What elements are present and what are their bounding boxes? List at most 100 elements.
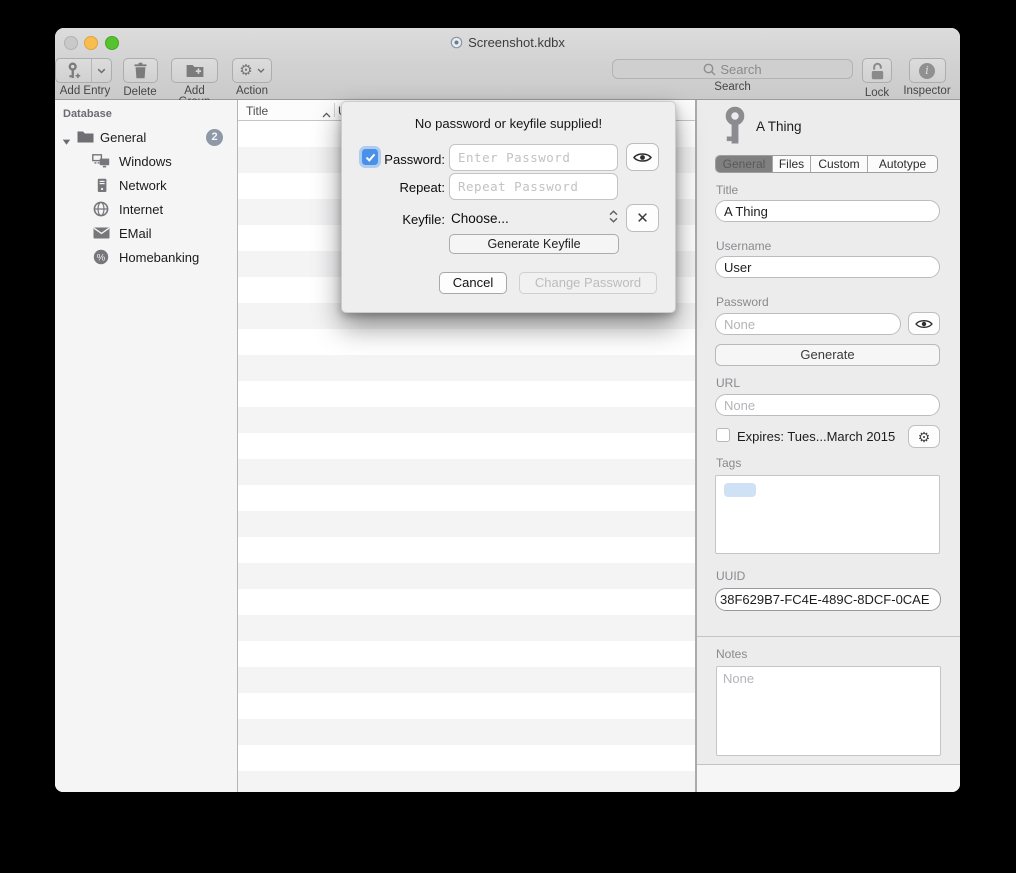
sidebar-item-label: Windows — [119, 154, 172, 169]
entry-count-badge: 2 — [206, 129, 223, 146]
tags-label: Tags — [716, 456, 741, 470]
column-title[interactable]: Title — [246, 104, 268, 118]
enter-password-input[interactable] — [449, 144, 618, 171]
disclosure-triangle-icon[interactable] — [62, 134, 71, 149]
lock-button[interactable] — [862, 58, 892, 83]
search-icon — [703, 63, 716, 76]
stepper-icon[interactable] — [608, 209, 619, 229]
tags-box[interactable] — [715, 475, 940, 554]
sidebar-item-windows[interactable]: Windows — [55, 150, 237, 174]
uuid-field[interactable]: 38F629B7-FC4E-489C-8DCF-0CAE — [715, 588, 941, 611]
repeat-label: Repeat: — [380, 180, 445, 195]
repeat-password-input[interactable] — [449, 173, 618, 200]
key-plus-icon — [56, 59, 91, 82]
notes-field[interactable] — [716, 666, 941, 756]
expires-checkbox[interactable] — [716, 428, 730, 442]
action-group: ⚙ Action — [227, 56, 277, 100]
close-icon: ✕ — [636, 211, 649, 226]
add-entry-group: Add Entry — [55, 56, 115, 100]
add-entry-dropdown[interactable] — [91, 59, 111, 82]
chevron-down-icon — [97, 68, 106, 74]
clear-keyfile-button[interactable]: ✕ — [626, 204, 659, 232]
url-field-label: URL — [716, 376, 740, 390]
title-field[interactable] — [715, 200, 940, 222]
lock-group: Lock — [860, 56, 894, 100]
sidebar-item-homebanking[interactable]: % Homebanking — [55, 246, 237, 270]
key-icon — [723, 106, 747, 151]
change-password-dialog: No password or keyfile supplied! Passwor… — [341, 101, 676, 313]
add-group-button[interactable] — [171, 58, 218, 83]
sidebar-item-label: Homebanking — [119, 250, 199, 265]
username-field[interactable] — [715, 256, 940, 278]
window-chrome: Screenshot.kdbx Add Entry Dele — [55, 28, 960, 100]
folder-icon — [77, 130, 94, 147]
eye-icon — [633, 151, 652, 164]
sidebar-section-header: Database — [63, 108, 112, 120]
expires-label: Expires: Tues...March 2015 — [737, 429, 895, 444]
sidebar-item-label: EMail — [119, 226, 152, 241]
app-window: Screenshot.kdbx Add Entry Dele — [55, 28, 960, 792]
server-icon — [94, 178, 110, 196]
sidebar-item-label: Internet — [119, 202, 163, 217]
reveal-password-button[interactable] — [908, 312, 940, 335]
add-group-group: Add Group — [167, 56, 222, 100]
add-entry-button[interactable] — [55, 58, 112, 83]
inspector-group: i Inspector — [901, 56, 953, 100]
inspector-panel: A Thing General Files Custom Autotype Ti… — [697, 100, 960, 792]
percent-icon: % — [93, 249, 109, 268]
search-input[interactable]: Search — [612, 59, 853, 79]
desktop: Screenshot.kdbx Add Entry Dele — [0, 0, 1016, 873]
gear-icon: ⚙ — [918, 430, 931, 444]
chevron-down-icon — [257, 68, 265, 73]
uuid-label: UUID — [716, 569, 745, 583]
info-icon: i — [919, 63, 935, 79]
sort-ascending-icon — [322, 107, 331, 121]
keyfile-popup[interactable]: Choose... — [451, 211, 509, 226]
sidebar-item-email[interactable]: EMail — [55, 222, 237, 246]
lock-label: Lock — [860, 88, 894, 99]
inspector-label: Inspector — [901, 86, 953, 97]
action-button[interactable]: ⚙ — [232, 58, 272, 83]
tag-pill[interactable] — [724, 483, 756, 497]
expires-settings-button[interactable]: ⚙ — [908, 425, 940, 448]
inspector-button[interactable]: i — [909, 58, 946, 83]
sidebar-item-general[interactable]: General 2 — [55, 126, 237, 150]
username-field-label: Username — [716, 239, 771, 253]
workgroup-icon — [92, 154, 110, 172]
delete-group: Delete — [115, 56, 165, 100]
change-password-button[interactable]: Change Password — [519, 272, 657, 294]
generate-password-button[interactable]: Generate — [715, 344, 940, 366]
dialog-message: No password or keyfile supplied! — [342, 116, 675, 131]
generate-keyfile-button[interactable]: Generate Keyfile — [449, 234, 619, 254]
unlocked-padlock-icon — [870, 62, 885, 80]
password-field[interactable] — [715, 313, 901, 335]
tab-files[interactable]: Files — [773, 156, 811, 172]
password-field-label: Password — [716, 295, 769, 309]
eye-icon — [915, 318, 933, 330]
cancel-button[interactable]: Cancel — [439, 272, 507, 294]
action-label: Action — [227, 86, 277, 97]
delete-label: Delete — [115, 87, 165, 98]
search-placeholder: Search — [720, 62, 761, 77]
tab-general[interactable]: General — [716, 156, 773, 172]
gear-icon: ⚙ — [239, 63, 252, 78]
url-field[interactable] — [715, 394, 940, 416]
entry-title: A Thing — [756, 119, 802, 134]
sidebar-item-network[interactable]: Network — [55, 174, 237, 198]
notes-divider — [697, 636, 960, 637]
reveal-password-button[interactable] — [626, 143, 659, 171]
delete-button[interactable] — [123, 58, 158, 83]
tab-custom[interactable]: Custom — [811, 156, 868, 172]
tab-autotype[interactable]: Autotype — [868, 156, 937, 172]
column-divider[interactable] — [334, 103, 335, 117]
sidebar-item-internet[interactable]: Internet — [55, 198, 237, 222]
sidebar-item-label: General — [100, 130, 146, 145]
trash-icon — [133, 62, 148, 79]
keyfile-label: Keyfile: — [380, 212, 445, 227]
document-icon — [450, 36, 463, 52]
password-checkbox[interactable] — [362, 149, 378, 165]
sidebar: Database General 2 Windows — [55, 100, 237, 792]
search-group: Search Search — [612, 56, 853, 100]
inspector-footer — [697, 764, 960, 792]
envelope-icon — [93, 227, 110, 242]
